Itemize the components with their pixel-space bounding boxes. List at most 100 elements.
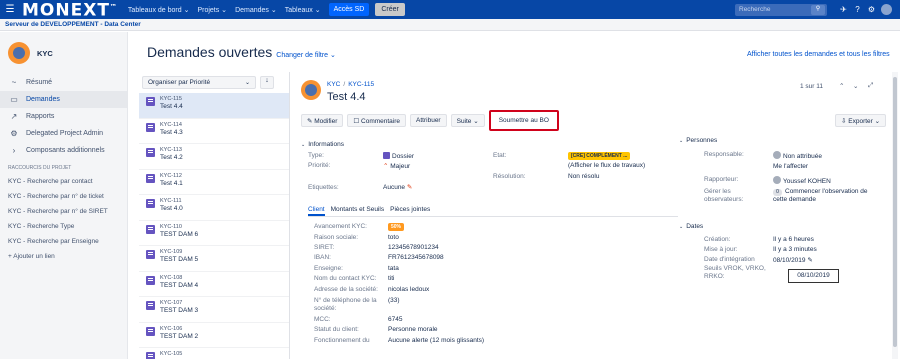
monext-logo[interactable]: MONEXT™: [22, 0, 118, 21]
change-filter-link[interactable]: Changer de filtre ⌄: [276, 51, 336, 59]
notification-icon[interactable]: ✈: [838, 4, 849, 15]
list-item[interactable]: KYC-111 Test 4.0: [139, 195, 289, 221]
create-button[interactable]: Créer: [375, 3, 405, 16]
list-item[interactable]: KYC-113 Test 4.2: [139, 144, 289, 170]
tab-amounts[interactable]: Montants et Seuils: [331, 206, 384, 216]
breadcrumb-project[interactable]: KYC: [327, 81, 340, 88]
list-item[interactable]: KYC-109 TEST DAM 5: [139, 246, 289, 272]
client-field-value: tata: [388, 265, 399, 272]
list-item[interactable]: KYC-107 TEST DAM 3: [139, 297, 289, 323]
expand-icon[interactable]: ⤢: [868, 82, 873, 90]
sort-direction-button[interactable]: ↓: [260, 76, 274, 89]
help-icon[interactable]: ?: [852, 4, 863, 15]
submit-to-bo-button[interactable]: Soumettre au BO: [488, 110, 559, 131]
acces-sd-button[interactable]: Accès SD: [328, 3, 370, 16]
page-title: Demandes ouvertes: [147, 44, 273, 60]
search-input[interactable]: Recherche ⚲: [735, 4, 827, 16]
reporter-avatar: [773, 176, 781, 184]
issue-summary: Test 4.0: [160, 205, 183, 212]
order-by-select[interactable]: Organiser par Priorité ⌄: [142, 76, 256, 89]
edit-pencil-icon[interactable]: ✎: [807, 257, 812, 264]
client-field-label: Enseigne:: [314, 265, 343, 272]
list-item[interactable]: KYC-112 Test 4.1: [139, 170, 289, 195]
reports-icon: ↗: [10, 112, 18, 121]
state-label: Etat:: [493, 152, 507, 159]
search-icon[interactable]: ⚲: [811, 5, 825, 15]
breadcrumb-issue-key[interactable]: KYC-115: [348, 81, 374, 88]
edit-pencil-icon[interactable]: ✎: [407, 184, 412, 191]
updated-label: Mise à jour:: [704, 246, 738, 253]
more-button[interactable]: Suite ⌄: [450, 114, 485, 127]
list-item[interactable]: KYC-115 Test 4.4: [139, 93, 289, 119]
informations-section-toggle[interactable]: ⌄ Informations: [301, 141, 344, 148]
dates-section-toggle[interactable]: ⌄ Dates: [679, 223, 703, 230]
client-field-label: IBAN:: [314, 254, 331, 261]
issue-key: KYC-111: [160, 198, 182, 204]
client-field-value: FR7612345678098: [388, 254, 444, 261]
nav-projects[interactable]: Projets ⌄: [197, 6, 227, 14]
project-header[interactable]: KYC: [0, 32, 127, 74]
nav-dashboards[interactable]: Tableaux de bord ⌄: [128, 6, 190, 14]
user-avatar-icon[interactable]: [881, 4, 892, 15]
comment-button[interactable]: ☐ Commentaire: [347, 114, 407, 127]
add-link-button[interactable]: + Ajouter un lien: [0, 249, 127, 264]
sidebar-item-summary[interactable]: ~ Résumé: [0, 74, 127, 91]
app-switcher-icon[interactable]: ☰: [4, 4, 16, 15]
export-button[interactable]: ⇩ Exporter ⌄: [835, 114, 887, 127]
nav-boards[interactable]: Tableaux ⌄: [285, 6, 321, 14]
previous-issue-icon[interactable]: ⌃: [839, 82, 844, 90]
issue-key: KYC-107: [160, 300, 183, 306]
shortcut-siret[interactable]: KYC - Recherche par n° de SIRET: [0, 204, 127, 219]
issue-type-icon: [146, 250, 155, 259]
sidebar-item-issues[interactable]: ▭ Demandes: [0, 91, 127, 108]
settings-icon[interactable]: ⚙: [866, 4, 877, 15]
assign-to-me-link[interactable]: Me l'affecter: [773, 163, 808, 170]
assign-button[interactable]: Attribuer: [410, 114, 447, 127]
reporter-value[interactable]: Youssef KOHEN: [773, 176, 831, 185]
project-avatar: [301, 80, 321, 100]
edit-button[interactable]: ✎ Modifier: [301, 114, 344, 127]
client-field-label: MCC:: [314, 316, 331, 323]
shortcut-type[interactable]: KYC - Recherche Type: [0, 219, 127, 234]
issue-key: KYC-105: [160, 351, 183, 357]
issue-type-icon: [146, 275, 155, 285]
dossier-icon: [383, 152, 390, 159]
next-issue-icon[interactable]: ⌄: [853, 82, 858, 90]
shortcut-contact[interactable]: KYC - Recherche par contact: [0, 174, 127, 189]
people-section-toggle[interactable]: ⌄ Personnes: [679, 137, 717, 144]
chevron-right-icon: ›: [12, 146, 16, 155]
list-item-text: KYC-115 Test 4.4: [160, 96, 183, 115]
project-avatar: [8, 42, 30, 64]
detail-scrollbar[interactable]: [892, 72, 898, 359]
shortcuts-heading: RACCOURCIS DU PROJET: [8, 165, 72, 171]
shortcut-ticket[interactable]: KYC - Recherche par n° de ticket: [0, 189, 127, 204]
issue-title: Test 4.4: [327, 91, 366, 103]
tab-client[interactable]: Client: [308, 206, 325, 216]
issue-summary: Test 4.4: [160, 103, 183, 110]
list-item[interactable]: KYC-108 TEST DAM 4: [139, 272, 289, 297]
all-requests-link[interactable]: Afficher toutes les demandes et tous les…: [747, 51, 890, 58]
integration-date-value[interactable]: 08/10/2019 ✎: [773, 256, 813, 264]
section-title: Dates: [686, 223, 704, 230]
list-item[interactable]: KYC-105: [139, 348, 289, 359]
sidebar-item-delegated-admin[interactable]: ⚙ Delegated Project Admin: [0, 125, 127, 142]
client-field-value: titi: [388, 275, 395, 282]
workflow-link[interactable]: (Afficher le flux de travaux): [568, 162, 645, 169]
labels-value[interactable]: Aucune ✎: [383, 183, 412, 191]
list-item[interactable]: KYC-110 TEST DAM 6: [139, 221, 289, 246]
sidebar-item-addons[interactable]: › Composants additionnels: [0, 142, 127, 159]
nav-issues[interactable]: Demandes ⌄: [235, 6, 277, 14]
issue-summary: TEST DAM 4: [160, 281, 199, 289]
status-badge[interactable]: [CRE] COMPLÉMENT ...: [568, 152, 631, 160]
tab-attachments[interactable]: Pièces jointes: [390, 206, 430, 216]
type-value: Dossier: [383, 152, 414, 160]
watchers-value[interactable]: 0 Commencer l'observation de cette demand…: [773, 188, 878, 204]
issue-key: KYC-109: [160, 249, 183, 255]
scrollbar-thumb[interactable]: [893, 77, 897, 347]
shortcut-enseigne[interactable]: KYC - Recherche par Enseigne: [0, 234, 127, 249]
list-item[interactable]: KYC-114 Test 4.3: [139, 119, 289, 144]
sidebar-item-reports[interactable]: ↗ Rapports: [0, 108, 127, 125]
issue-pager: 1 sur 11: [800, 83, 824, 90]
client-field-value: (33): [388, 297, 400, 304]
list-item[interactable]: KYC-106 TEST DAM 2: [139, 323, 289, 348]
